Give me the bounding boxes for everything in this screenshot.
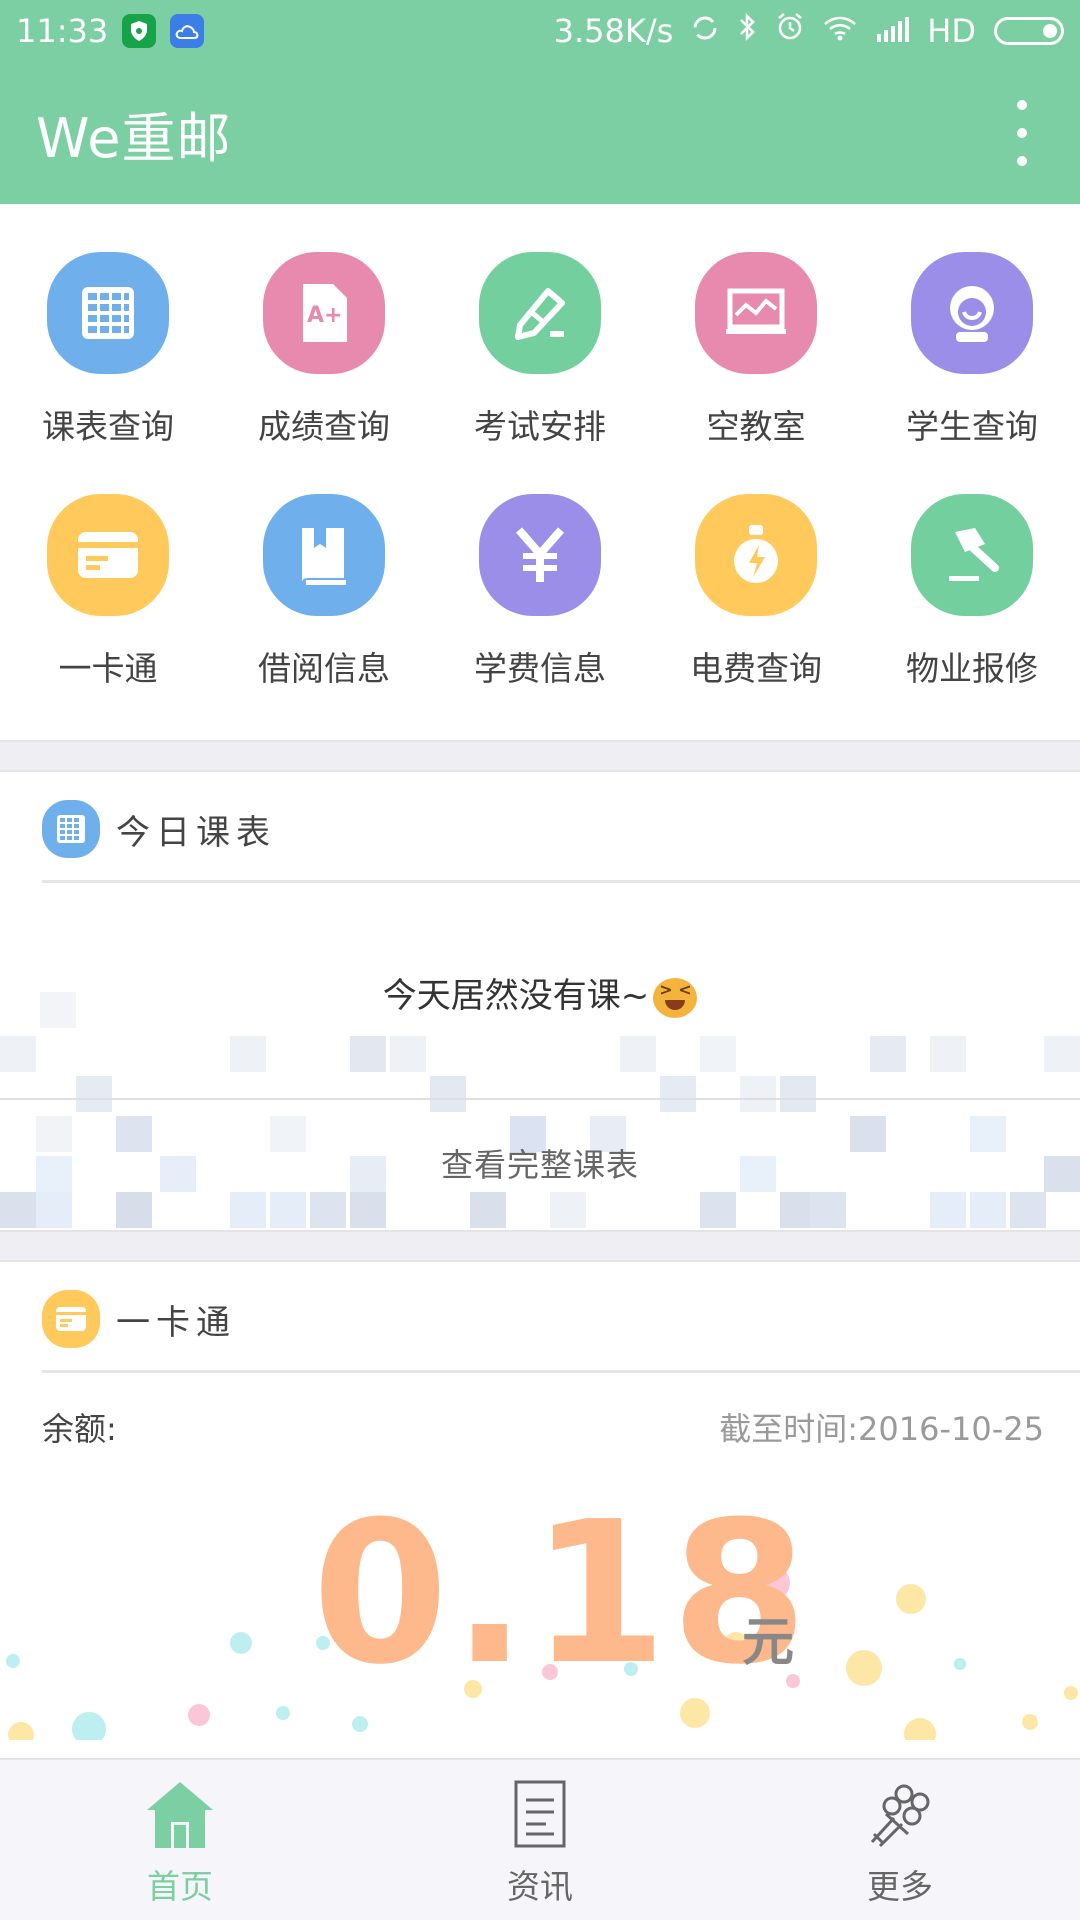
balance-as-of-date: 截至时间:2016-10-25: [719, 1410, 1044, 1448]
schedule-card-title: 今日课表: [116, 812, 276, 853]
campus-card-header: 一卡通: [42, 1290, 236, 1348]
status-time: 11:33: [16, 12, 109, 50]
news-icon: [512, 1778, 568, 1854]
grid-item-electricity[interactable]: 电费查询: [648, 494, 864, 736]
bottom-navigation: 首页 资讯 更多: [0, 1758, 1080, 1920]
grid-item-empty-classroom[interactable]: 空教室: [648, 252, 864, 494]
grid-item-student-search[interactable]: 学生查询: [864, 252, 1080, 494]
schedule-card-header: 今日课表: [42, 800, 276, 858]
grid-item-tuition[interactable]: 学费信息: [432, 494, 648, 736]
network-type: HD: [927, 12, 976, 50]
pencil-icon: [479, 252, 601, 374]
battery-icon: [994, 17, 1064, 45]
grid-label: 课表查询: [42, 407, 174, 446]
balance-label: 余额:: [42, 1410, 117, 1448]
more-vert-icon[interactable]: [1010, 100, 1034, 166]
network-speed: 3.58K/s: [553, 12, 674, 50]
nav-tab-news[interactable]: 资讯: [360, 1760, 720, 1920]
signal-icon: [875, 12, 910, 50]
card-divider: [42, 880, 1080, 883]
calendar-grid-icon: [42, 800, 100, 858]
electric-bulb-icon: [695, 494, 817, 616]
nav-tab-more[interactable]: 更多: [720, 1760, 1080, 1920]
balance-amount: 0.18: [312, 1480, 812, 1708]
svg-text:A+: A+: [307, 303, 342, 328]
blackboard-icon: [695, 252, 817, 374]
alarm-icon: [775, 12, 805, 50]
grid-label: 借阅信息: [258, 649, 390, 688]
grid-label: 考试安排: [474, 407, 606, 446]
grid-item-borrowing[interactable]: 借阅信息: [216, 494, 432, 736]
grid-item-schedule[interactable]: 课表查询: [0, 252, 216, 494]
app-bar: We重邮: [0, 62, 1080, 204]
cloud-icon: [170, 14, 205, 48]
status-bar: 11:33 3.58K/s HD: [0, 0, 1080, 62]
card-divider: [42, 1370, 1080, 1373]
grid-label: 物业报修: [906, 649, 1038, 688]
grid-item-grades[interactable]: A+ 成绩查询: [216, 252, 432, 494]
app-title: We重邮: [36, 106, 232, 170]
grid-label: 电费查询: [690, 649, 822, 688]
grid-label: 空教室: [706, 407, 806, 446]
wifi-icon: [823, 12, 857, 50]
section-divider: [0, 740, 1080, 772]
app-screen: 11:33 3.58K/s HD We重邮 课表查询 A+ 成绩查询 考试安排 …: [0, 0, 1080, 1920]
shield-icon: [122, 14, 157, 48]
no-class-message: 今天居然没有课~: [0, 968, 1080, 1018]
student-avatar-icon: [911, 252, 1033, 374]
book-icon: [263, 494, 385, 616]
grid-label: 成绩查询: [258, 407, 390, 446]
nav-label: 更多: [867, 1867, 933, 1906]
grid-item-exams[interactable]: 考试安排: [432, 252, 648, 494]
yen-icon: [479, 494, 601, 616]
laughing-emoji-icon: [653, 977, 698, 1018]
grid-label: 学费信息: [474, 649, 606, 688]
home-icon: [143, 1778, 217, 1854]
nav-label: 资讯: [507, 1867, 573, 1906]
grid-item-repair[interactable]: 物业报修: [864, 494, 1080, 736]
calendar-grid-icon: [47, 252, 169, 374]
grade-document-icon: A+: [263, 252, 385, 374]
balance-unit: 元: [742, 1613, 795, 1673]
card-icon: [47, 494, 169, 616]
grid-label: 学生查询: [906, 407, 1038, 446]
section-divider: [0, 1230, 1080, 1262]
schedule-divider: [0, 1098, 1080, 1100]
campus-card-title: 一卡通: [116, 1302, 236, 1343]
hammer-icon: [911, 494, 1033, 616]
nav-tab-home[interactable]: 首页: [0, 1760, 360, 1920]
sync-icon: [691, 12, 719, 50]
function-grid: 课表查询 A+ 成绩查询 考试安排 空教室 学生查询 一卡通 借阅信息 学费信息…: [0, 204, 1080, 740]
grid-label: 一卡通: [58, 649, 158, 688]
grid-item-campus-card[interactable]: 一卡通: [0, 494, 216, 736]
nav-label: 首页: [147, 1867, 213, 1906]
view-full-schedule-link[interactable]: 查看完整课表: [0, 1140, 1080, 1186]
no-class-text: 今天居然没有课~: [382, 976, 650, 1016]
flowers-icon: [864, 1778, 936, 1854]
bluetooth-icon: [737, 12, 757, 50]
card-icon: [42, 1290, 100, 1348]
